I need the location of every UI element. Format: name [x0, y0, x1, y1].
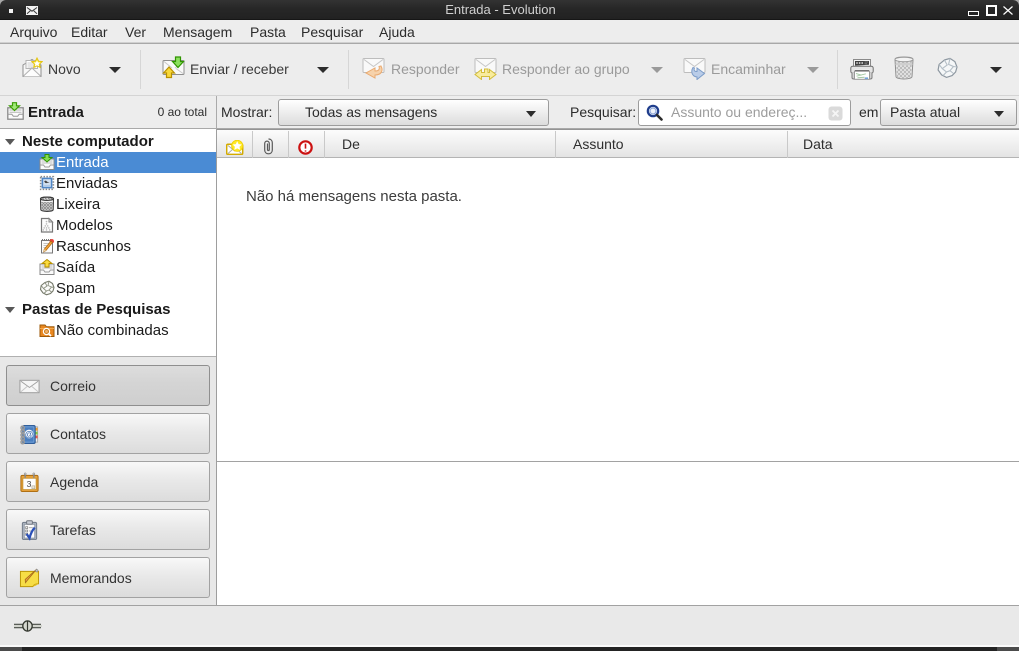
svg-text:@: @	[25, 429, 33, 439]
svg-text:3: 3	[27, 479, 32, 489]
